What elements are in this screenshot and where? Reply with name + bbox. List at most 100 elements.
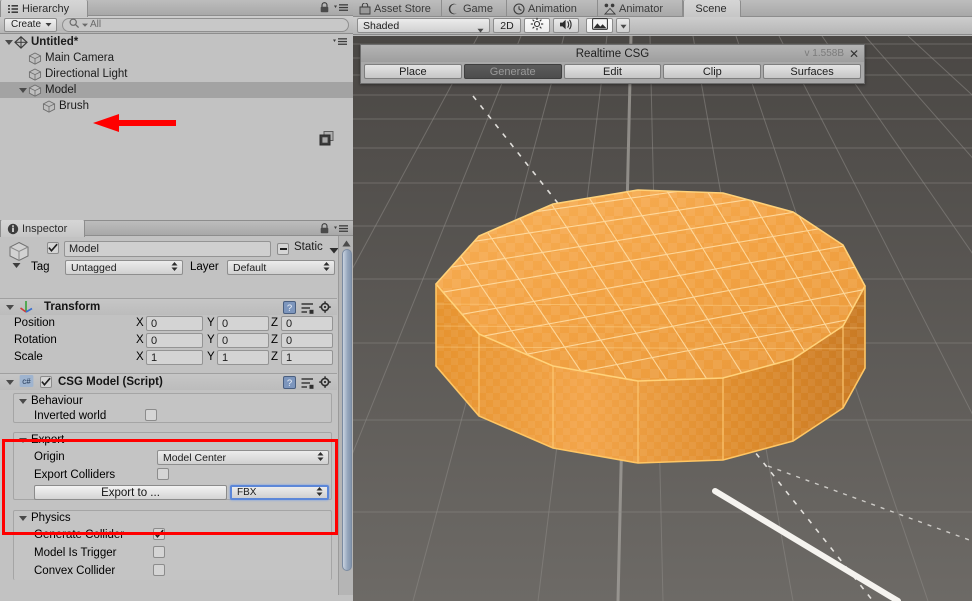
tab-scene[interactable]: Scene <box>683 0 741 17</box>
export-foldout[interactable]: Export <box>17 434 64 446</box>
scale-y-input[interactable]: 1 <box>217 350 269 365</box>
rotation-x-value: 0 <box>151 334 158 347</box>
tab-hierarchy[interactable]: Hierarchy <box>0 0 88 17</box>
scene-effects-dropdown[interactable] <box>616 18 630 33</box>
hierarchy-item-label: Directional Light <box>45 68 128 80</box>
image-icon <box>591 18 608 33</box>
model-is-trigger-label: Model Is Trigger <box>34 547 117 559</box>
help-icon[interactable]: ? <box>283 376 296 392</box>
hierarchy-toolbar: Create All <box>0 16 353 34</box>
gameobject-cube-icon <box>28 51 42 65</box>
generate-collider-label: Generate Collider <box>34 529 125 541</box>
scene-expand-triangle[interactable] <box>3 39 14 45</box>
physics-foldout[interactable]: Physics <box>17 512 71 524</box>
export-to-button[interactable]: Export to ... <box>34 485 227 500</box>
rotation-y-input[interactable]: 0 <box>217 333 269 348</box>
scene-panel-column: Asset Store Game Animation Animator Scen… <box>353 0 972 601</box>
scene-viewport[interactable]: Realtime CSG v 1.558B ✕ Place Generate E… <box>353 36 972 601</box>
hierarchy-menu-icon[interactable] <box>334 2 349 16</box>
csg-tab-surfaces[interactable]: Surfaces <box>763 64 861 79</box>
model-is-trigger-checkbox[interactable] <box>153 546 165 558</box>
scene-effects-toggle[interactable] <box>586 18 613 33</box>
preset-icon[interactable] <box>301 376 314 392</box>
scene-audio-toggle[interactable] <box>553 18 579 33</box>
axis-label-z: Z <box>271 351 279 363</box>
csg-model-foldout-triangle[interactable] <box>4 379 15 385</box>
gear-icon[interactable] <box>319 376 332 392</box>
csg-tab-edit[interactable]: Edit <box>563 64 662 79</box>
search-dropdown-icon[interactable] <box>82 19 89 30</box>
static-checkbox[interactable] <box>277 243 289 255</box>
export-format-dropdown[interactable]: FBX <box>230 485 329 500</box>
position-z-input[interactable]: 0 <box>281 316 333 331</box>
convex-collider-checkbox[interactable] <box>153 564 165 576</box>
transform-axis-icon <box>19 299 34 316</box>
csg-model-header[interactable]: c# CSG Model (Script) ? <box>0 373 337 390</box>
hierarchy-item-brush[interactable]: Brush <box>0 98 353 114</box>
scene-lighting-toggle[interactable] <box>524 17 550 33</box>
object-name-input[interactable]: Model <box>64 241 271 257</box>
inverted-world-checkbox[interactable] <box>145 409 157 421</box>
tab-asset-store[interactable]: Asset Store <box>353 0 442 17</box>
generate-collider-checkbox[interactable] <box>153 528 165 540</box>
tab-animation[interactable]: Animation <box>507 0 598 17</box>
hierarchy-item-main-camera[interactable]: Main Camera <box>0 50 353 66</box>
scale-z-input[interactable]: 1 <box>281 350 333 365</box>
rotation-x-input[interactable]: 0 <box>146 333 203 348</box>
gameobject-cube-icon <box>42 99 56 113</box>
search-icon <box>69 17 80 32</box>
scene-tabstrip: Asset Store Game Animation Animator Scen… <box>353 0 972 17</box>
csg-tab-place[interactable]: Place <box>364 64 462 79</box>
scale-x-input[interactable]: 1 <box>146 350 203 365</box>
hierarchy-search-input[interactable]: All <box>62 17 349 32</box>
tab-inspector[interactable]: Inspector <box>0 220 85 237</box>
rotation-z-input[interactable]: 0 <box>281 333 333 348</box>
model-expand-triangle[interactable] <box>17 87 28 93</box>
object-enabled-checkbox[interactable] <box>47 242 59 254</box>
behaviour-foldout-triangle[interactable] <box>17 398 28 404</box>
position-x-value: 0 <box>151 317 158 330</box>
create-button[interactable]: Create <box>4 17 58 32</box>
inspector-scrollbar[interactable] <box>338 236 353 595</box>
tab-game[interactable]: Game <box>442 0 507 17</box>
layer-dropdown[interactable]: Default <box>227 260 335 275</box>
lock-icon[interactable] <box>320 223 329 237</box>
transform-header[interactable]: Transform ? <box>0 298 337 315</box>
hierarchy-scene-root[interactable]: Untitled* <box>0 34 353 50</box>
export-foldout-triangle[interactable] <box>17 437 28 443</box>
chevron-down-icon <box>620 20 627 32</box>
behaviour-foldout[interactable]: Behaviour <box>17 395 83 407</box>
csg-tab-clip[interactable]: Clip <box>663 64 762 79</box>
draw-mode-value: Shaded <box>363 19 400 32</box>
tag-dropdown[interactable]: Untagged <box>65 260 183 275</box>
updown-arrows-icon <box>171 261 178 274</box>
inspector-scroll-thumb[interactable] <box>342 249 352 571</box>
position-x-input[interactable]: 0 <box>146 316 203 331</box>
lock-icon[interactable] <box>320 2 329 16</box>
export-colliders-label: Export Colliders <box>34 469 116 481</box>
hierarchy-item-directional-light[interactable]: Directional Light <box>0 66 353 82</box>
close-icon[interactable]: ✕ <box>849 48 859 60</box>
realtime-csg-window[interactable]: Realtime CSG v 1.558B ✕ Place Generate E… <box>360 44 865 84</box>
hierarchy-item-model[interactable]: Model <box>0 82 353 98</box>
tab-animator[interactable]: Animator <box>598 0 683 17</box>
csg-tab-generate[interactable]: Generate <box>463 64 562 79</box>
export-colliders-checkbox[interactable] <box>157 468 169 480</box>
transform-foldout-triangle[interactable] <box>4 304 15 310</box>
draw-mode-dropdown[interactable]: Shaded <box>357 18 490 33</box>
physics-foldout-triangle[interactable] <box>17 515 28 521</box>
csg-model-enabled-checkbox[interactable] <box>40 376 52 388</box>
dropdown-triangle-icon[interactable] <box>12 260 21 272</box>
position-y-value: 0 <box>222 317 229 330</box>
scene-context-menu-icon[interactable] <box>333 36 348 50</box>
object-name-value: Model <box>69 243 99 255</box>
inspector-menu-icon[interactable] <box>334 223 349 237</box>
transform-fields: Position X 0 Y 0 Z 0 Rotation X 0 Y 0 Z … <box>0 315 337 368</box>
2d-toggle-button[interactable]: 2D <box>493 18 521 33</box>
origin-dropdown[interactable]: Model Center <box>157 450 329 465</box>
annotation-arrow-shaft <box>118 120 176 126</box>
csg-tab-surfaces-label: Surfaces <box>790 65 834 78</box>
2d-toggle-label: 2D <box>500 19 514 32</box>
export-group: Export Origin Model Center Export Collid… <box>13 432 332 500</box>
position-y-input[interactable]: 0 <box>217 316 269 331</box>
